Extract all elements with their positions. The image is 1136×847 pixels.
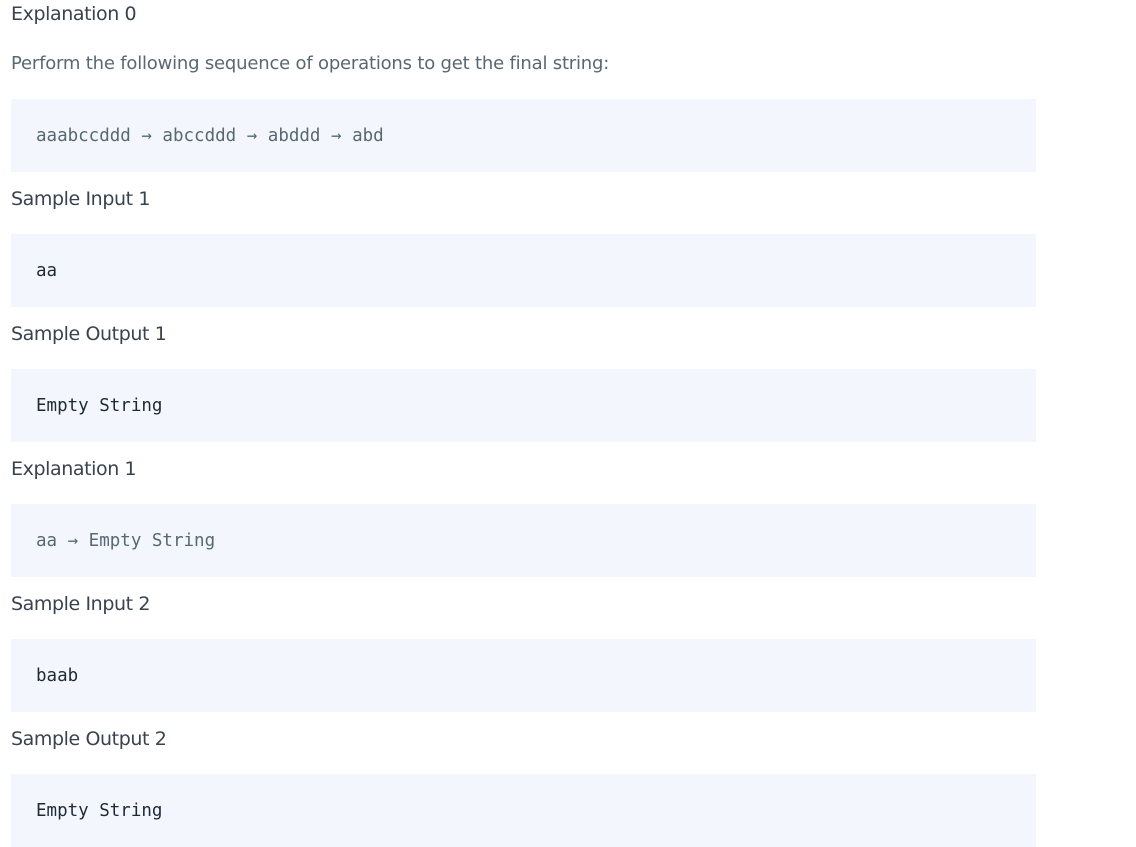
sample-output-2-code-block: Empty String [11, 774, 1036, 847]
sample-input-2-heading: Sample Input 2 [11, 593, 151, 615]
sample-output-2-heading: Sample Output 2 [11, 728, 167, 750]
sample-output-1-code-block: Empty String [11, 369, 1036, 442]
sample-input-2-code-block: baab [11, 639, 1036, 712]
explanation-0-heading: Explanation 0 [11, 3, 137, 25]
sample-output-1-heading: Sample Output 1 [11, 323, 167, 345]
sample-input-1-heading: Sample Input 1 [11, 188, 151, 210]
explanation-0-code-block: aaabccddd → abccddd → abddd → abd [11, 99, 1036, 172]
explanation-1-code-block: aa → Empty String [11, 504, 1036, 577]
explanation-1-heading: Explanation 1 [11, 458, 137, 480]
sample-input-1-code-block: aa [11, 234, 1036, 307]
explanation-0-text: Perform the following sequence of operat… [11, 53, 610, 74]
